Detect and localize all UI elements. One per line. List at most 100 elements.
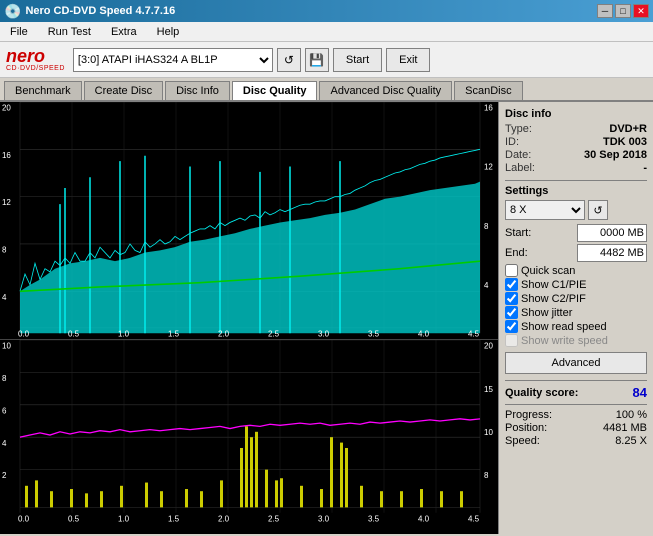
end-row: End: (505, 244, 647, 262)
svg-text:15: 15 (484, 383, 493, 393)
menu-help[interactable]: Help (151, 24, 186, 40)
disc-id-value: TDK 003 (603, 136, 647, 148)
speed-label: Speed: (505, 435, 540, 447)
maximize-button[interactable]: □ (615, 4, 631, 18)
svg-text:3.5: 3.5 (368, 513, 379, 523)
speed-row-progress: Speed: 8.25 X (505, 435, 647, 447)
svg-text:10: 10 (2, 340, 11, 350)
disc-type-value: DVD+R (609, 123, 647, 135)
show-c2pif-checkbox[interactable] (505, 292, 518, 305)
start-row: Start: (505, 224, 647, 242)
show-jitter-row: Show jitter (505, 306, 647, 319)
tab-advanced-disc-quality[interactable]: Advanced Disc Quality (319, 81, 452, 100)
show-c2pif-label: Show C2/PIF (521, 293, 586, 305)
svg-text:16: 16 (2, 150, 11, 160)
tabs: Benchmark Create Disc Disc Info Disc Qua… (0, 78, 653, 102)
speed-select[interactable]: 8 X (505, 200, 585, 220)
progress-section: Progress: 100 % Position: 4481 MB Speed:… (505, 409, 647, 447)
disc-date-label: Date: (505, 149, 531, 161)
disc-date-row: Date: 30 Sep 2018 (505, 149, 647, 161)
disc-info-section: Disc info Type: DVD+R ID: TDK 003 Date: … (505, 108, 647, 174)
speed-refresh-button[interactable]: ↺ (588, 200, 608, 220)
main-content: 20 16 12 8 4 16 12 8 4 0.0 0.5 1.0 1 (0, 102, 653, 534)
settings-title: Settings (505, 185, 647, 197)
tab-disc-quality[interactable]: Disc Quality (232, 81, 318, 100)
disc-info-title: Disc info (505, 108, 647, 120)
show-c1pie-label: Show C1/PIE (521, 279, 586, 291)
show-write-speed-label: Show write speed (521, 335, 608, 347)
speed-value: 8.25 X (615, 435, 647, 447)
svg-text:20: 20 (2, 102, 11, 112)
show-write-speed-checkbox[interactable] (505, 334, 518, 347)
minimize-button[interactable]: ─ (597, 4, 613, 18)
position-label: Position: (505, 422, 547, 434)
svg-text:8: 8 (484, 470, 489, 480)
exit-button[interactable]: Exit (386, 48, 430, 72)
svg-text:4.5: 4.5 (468, 328, 479, 338)
menu-run-test[interactable]: Run Test (42, 24, 97, 40)
start-button[interactable]: Start (333, 48, 382, 72)
app-icon: 💿 (4, 3, 21, 20)
svg-text:2.0: 2.0 (218, 328, 229, 338)
title-bar: 💿 Nero CD-DVD Speed 4.7.7.16 ─ □ ✕ (0, 0, 653, 22)
drive-select[interactable]: [3:0] ATAPI iHAS324 A BL1P (73, 48, 273, 72)
show-c1pie-row: Show C1/PIE (505, 278, 647, 291)
position-row: Position: 4481 MB (505, 422, 647, 434)
menu-bar: File Run Test Extra Help (0, 22, 653, 42)
show-read-speed-label: Show read speed (521, 321, 607, 333)
speed-row: 8 X ↺ (505, 200, 647, 220)
lower-chart-svg: 10 8 6 4 2 20 15 10 8 0.0 0.5 1.0 1. (0, 340, 498, 534)
svg-text:3.0: 3.0 (318, 328, 329, 338)
svg-text:6: 6 (2, 405, 7, 415)
show-write-speed-row: Show write speed (505, 334, 647, 347)
chart-area: 20 16 12 8 4 16 12 8 4 0.0 0.5 1.0 1 (0, 102, 498, 534)
svg-text:0.0: 0.0 (18, 328, 29, 338)
svg-text:1.0: 1.0 (118, 328, 129, 338)
svg-text:10: 10 (484, 426, 493, 436)
toolbar: nero CD·DVD/SPEED [3:0] ATAPI iHAS324 A … (0, 42, 653, 78)
progress-value: 100 % (616, 409, 647, 421)
start-label: Start: (505, 227, 531, 239)
svg-text:2.0: 2.0 (218, 513, 229, 523)
tab-benchmark[interactable]: Benchmark (4, 81, 82, 100)
refresh-button[interactable]: ↺ (277, 48, 301, 72)
svg-text:0.0: 0.0 (18, 513, 29, 523)
show-jitter-checkbox[interactable] (505, 306, 518, 319)
nero-brand-sub: CD·DVD/SPEED (6, 65, 65, 72)
svg-text:1.5: 1.5 (168, 513, 179, 523)
show-c1pie-checkbox[interactable] (505, 278, 518, 291)
tab-disc-info[interactable]: Disc Info (165, 81, 230, 100)
svg-text:4.0: 4.0 (418, 513, 429, 523)
svg-text:8: 8 (2, 244, 7, 254)
upper-chart: 20 16 12 8 4 16 12 8 4 0.0 0.5 1.0 1 (0, 102, 498, 340)
progress-row: Progress: 100 % (505, 409, 647, 421)
quick-scan-checkbox[interactable] (505, 264, 518, 277)
tab-create-disc[interactable]: Create Disc (84, 81, 163, 100)
quality-score-row: Quality score: 84 (505, 385, 647, 400)
start-input[interactable] (577, 224, 647, 242)
show-read-speed-checkbox[interactable] (505, 320, 518, 333)
save-button[interactable]: 💾 (305, 48, 329, 72)
svg-text:4: 4 (2, 437, 7, 447)
nero-logo: nero CD·DVD/SPEED (6, 47, 65, 72)
menu-extra[interactable]: Extra (105, 24, 143, 40)
svg-text:4: 4 (484, 280, 489, 290)
upper-chart-svg: 20 16 12 8 4 16 12 8 4 0.0 0.5 1.0 1 (0, 102, 498, 339)
quick-scan-row: Quick scan (505, 264, 647, 277)
tab-scandisc[interactable]: ScanDisc (454, 81, 522, 100)
disc-type-label: Type: (505, 123, 532, 135)
svg-text:8: 8 (2, 372, 7, 382)
quality-score-label: Quality score: (505, 387, 578, 399)
svg-text:1.0: 1.0 (118, 513, 129, 523)
show-jitter-label: Show jitter (521, 307, 572, 319)
end-input[interactable] (577, 244, 647, 262)
svg-text:4.5: 4.5 (468, 513, 479, 523)
close-button[interactable]: ✕ (633, 4, 649, 18)
app-title: Nero CD-DVD Speed 4.7.7.16 (25, 5, 175, 17)
advanced-button[interactable]: Advanced (505, 352, 647, 374)
lower-chart: 10 8 6 4 2 20 15 10 8 0.0 0.5 1.0 1. (0, 340, 498, 534)
svg-text:1.5: 1.5 (168, 328, 179, 338)
svg-text:3.5: 3.5 (368, 328, 379, 338)
menu-file[interactable]: File (4, 24, 34, 40)
disc-id-label: ID: (505, 136, 519, 148)
